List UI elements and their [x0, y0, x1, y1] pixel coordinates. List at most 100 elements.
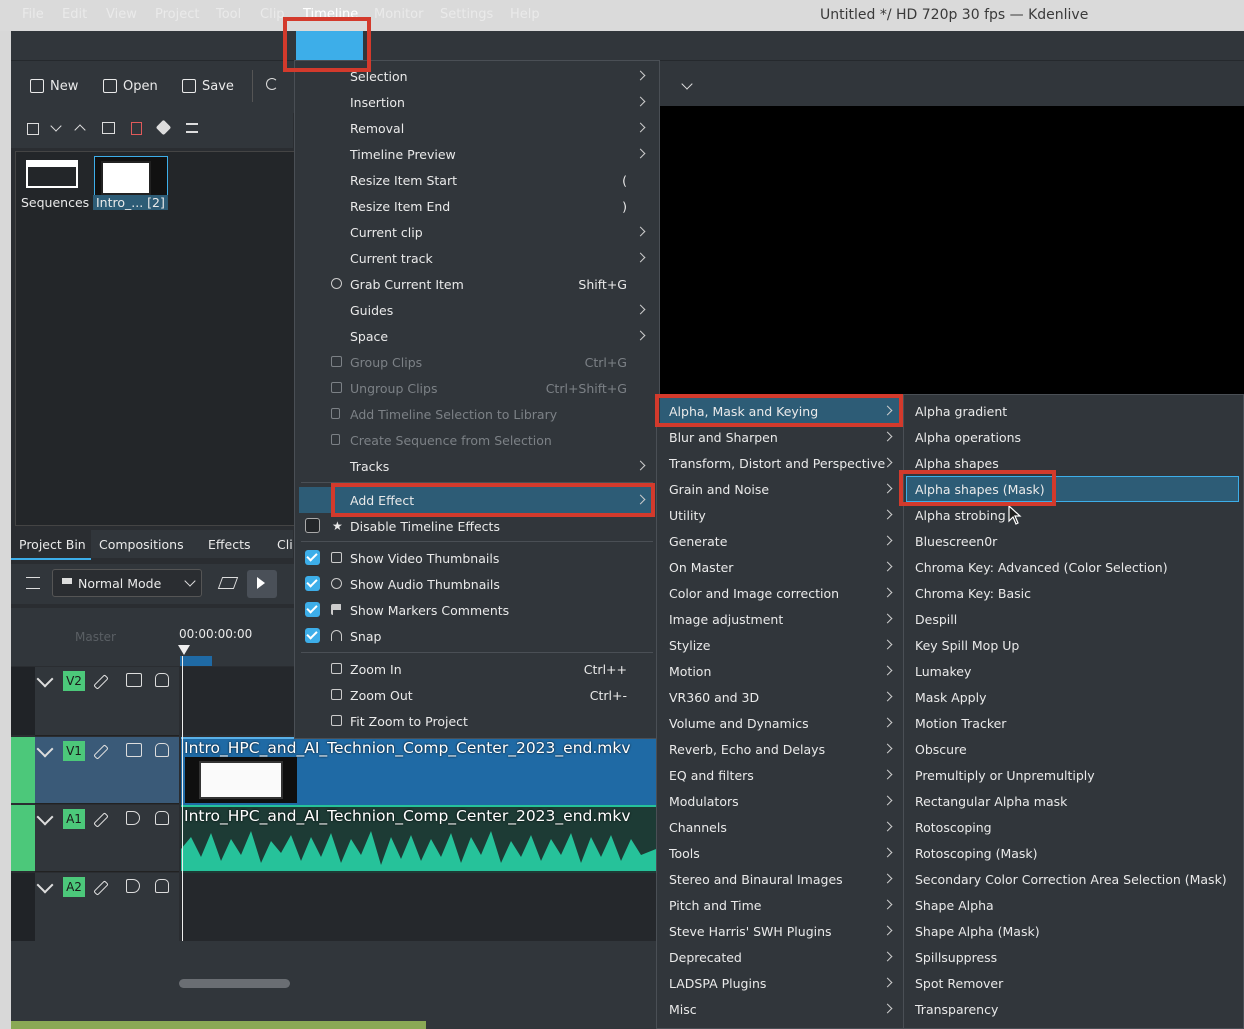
effects-wand-icon[interactable]	[93, 812, 109, 828]
effect-item[interactable]: Rotoscoping (Mask)	[904, 840, 1243, 866]
menu-project[interactable]: Project	[155, 7, 199, 22]
menu-item-removal[interactable]: Removal	[295, 115, 659, 141]
menu-item-show-markers-comments[interactable]: Show Markers Comments	[295, 597, 659, 623]
menu-item-timeline-preview[interactable]: Timeline Preview	[295, 141, 659, 167]
effect-item[interactable]: Chroma Key: Basic	[904, 580, 1243, 606]
checkbox-checked[interactable]	[305, 628, 320, 643]
category-item[interactable]: Pitch and Time	[657, 892, 903, 918]
track-header-v1[interactable]: V1	[35, 737, 179, 804]
category-item[interactable]: Transform, Distort and Perspective	[657, 450, 903, 476]
menu-tool[interactable]: Tool	[216, 7, 241, 22]
speaker-icon[interactable]	[126, 811, 140, 825]
category-item[interactable]: Steve Harris' SWH Plugins	[657, 918, 903, 944]
category-item[interactable]: Misc	[657, 996, 903, 1022]
tab-clip[interactable]: Cli	[277, 537, 293, 552]
menu-item-fit-zoom-to-project[interactable]: Fit Zoom to Project	[295, 708, 659, 734]
effect-item[interactable]: Lumakey	[904, 658, 1243, 684]
clip-monitor[interactable]	[658, 106, 1244, 398]
category-item[interactable]: Tools	[657, 840, 903, 866]
collapse-chevron-icon[interactable]	[36, 740, 54, 758]
effect-item[interactable]: Mask Apply	[904, 684, 1243, 710]
audio-clip[interactable]: Intro_HPC_and_AI_Technion_Comp_Center_20…	[181, 805, 656, 873]
lock-icon[interactable]	[155, 673, 169, 687]
category-item[interactable]: Reverb, Echo and Delays	[657, 736, 903, 762]
effect-item[interactable]: Obscure	[904, 736, 1243, 762]
track-lane-a2[interactable]	[181, 873, 656, 941]
category-item[interactable]: Generate	[657, 528, 903, 554]
clip-thumbnail[interactable]	[94, 156, 168, 198]
effect-item[interactable]: Shape Alpha	[904, 892, 1243, 918]
effect-item[interactable]: Alpha shapes	[904, 450, 1243, 476]
menu-edit[interactable]: Edit	[62, 7, 87, 22]
category-item[interactable]: Color and Image correction	[657, 580, 903, 606]
menu-monitor[interactable]: Monitor	[374, 7, 423, 22]
effect-item[interactable]: Rotoscoping	[904, 814, 1243, 840]
category-item[interactable]: Blur and Sharpen	[657, 424, 903, 450]
speaker-icon[interactable]	[126, 879, 140, 893]
menu-settings[interactable]: Settings	[440, 7, 493, 22]
category-item[interactable]: LADSPA Plugins	[657, 970, 903, 996]
effects-wand-icon[interactable]	[93, 674, 109, 690]
category-item[interactable]: Modulators	[657, 788, 903, 814]
menu-item-snap[interactable]: Snap	[295, 623, 659, 649]
effect-item[interactable]: Spot Remover	[904, 970, 1243, 996]
menu-item-current-track[interactable]: Current track	[295, 245, 659, 271]
menu-timeline[interactable]: Timeline	[303, 7, 358, 22]
category-item[interactable]: Image adjustment	[657, 606, 903, 632]
tab-project-bin[interactable]: Project Bin	[19, 537, 86, 552]
collapse-chevron-icon[interactable]	[36, 808, 54, 826]
effect-item[interactable]: Spillsuppress	[904, 944, 1243, 970]
menu-item-resize-item-end[interactable]: Resize Item End)	[295, 193, 659, 219]
menu-clip[interactable]: Clip	[260, 7, 285, 22]
effect-item[interactable]: Alpha operations	[904, 424, 1243, 450]
film-icon[interactable]	[126, 743, 142, 757]
menu-item-selection[interactable]: Selection	[295, 63, 659, 89]
collapse-chevron-icon[interactable]	[36, 876, 54, 894]
effect-item[interactable]: Bluescreen0r	[904, 528, 1243, 554]
checkbox-checked[interactable]	[305, 550, 320, 565]
menu-item-guides[interactable]: Guides	[295, 297, 659, 323]
add-folder-icon[interactable]	[102, 122, 115, 134]
playhead-marker[interactable]	[178, 645, 190, 655]
hamburger-menu-icon[interactable]	[186, 123, 198, 133]
lock-icon[interactable]	[155, 879, 169, 893]
collapse-chevron-icon[interactable]	[36, 670, 54, 688]
category-item[interactable]: Grain and Noise	[657, 476, 903, 502]
video-clip[interactable]: Intro_HPC_and_AI_Technion_Comp_Center_20…	[181, 737, 656, 805]
sequences-folder-icon[interactable]	[26, 160, 78, 188]
effect-item[interactable]: Shape Alpha (Mask)	[904, 918, 1243, 944]
category-item[interactable]: On Master	[657, 554, 903, 580]
tab-effects[interactable]: Effects	[208, 537, 251, 552]
menu-item-insertion[interactable]: Insertion	[295, 89, 659, 115]
category-item[interactable]: Motion	[657, 658, 903, 684]
menu-item-add-effect[interactable]: Add Effect	[299, 487, 655, 513]
timeline-horizontal-scrollbar[interactable]	[179, 979, 290, 988]
save-button[interactable]: Save	[182, 79, 234, 94]
new-button[interactable]: New	[30, 79, 78, 94]
effect-item[interactable]: Motion Tracker	[904, 710, 1243, 736]
menu-item-zoom-in[interactable]: Zoom In Ctrl++	[295, 656, 659, 682]
category-item[interactable]: Utility	[657, 502, 903, 528]
category-item[interactable]: Deprecated	[657, 944, 903, 970]
checkbox-checked[interactable]	[305, 602, 320, 617]
effect-item[interactable]: Rectangular Alpha mask	[904, 788, 1243, 814]
menu-item-current-clip[interactable]: Current clip	[295, 219, 659, 245]
checkbox-checked[interactable]	[305, 576, 320, 591]
timeline-settings-icon[interactable]	[26, 577, 40, 589]
effect-item[interactable]: Chroma Key: Advanced (Color Selection)	[904, 554, 1243, 580]
menu-help[interactable]: Help	[510, 7, 540, 22]
bin-view-icon[interactable]	[27, 123, 39, 135]
open-button[interactable]: Open	[103, 79, 158, 94]
tab-compositions[interactable]: Compositions	[99, 537, 184, 552]
effect-item[interactable]: Alpha gradient	[904, 398, 1243, 424]
category-item[interactable]: Channels	[657, 814, 903, 840]
effect-item[interactable]: Alpha strobing	[904, 502, 1243, 528]
menu-item-show-video-thumbnails[interactable]: Show Video Thumbnails	[295, 545, 659, 571]
mode-select[interactable]: Normal Mode	[52, 569, 202, 597]
effect-item-alpha-shapes-mask[interactable]: Alpha shapes (Mask)	[906, 476, 1239, 502]
menu-file[interactable]: File	[22, 7, 44, 22]
category-item[interactable]: EQ and filters	[657, 762, 903, 788]
effect-item[interactable]: Premultiply or Unpremultiply	[904, 762, 1243, 788]
category-item[interactable]: VR360 and 3D	[657, 684, 903, 710]
delete-icon[interactable]	[131, 122, 142, 135]
